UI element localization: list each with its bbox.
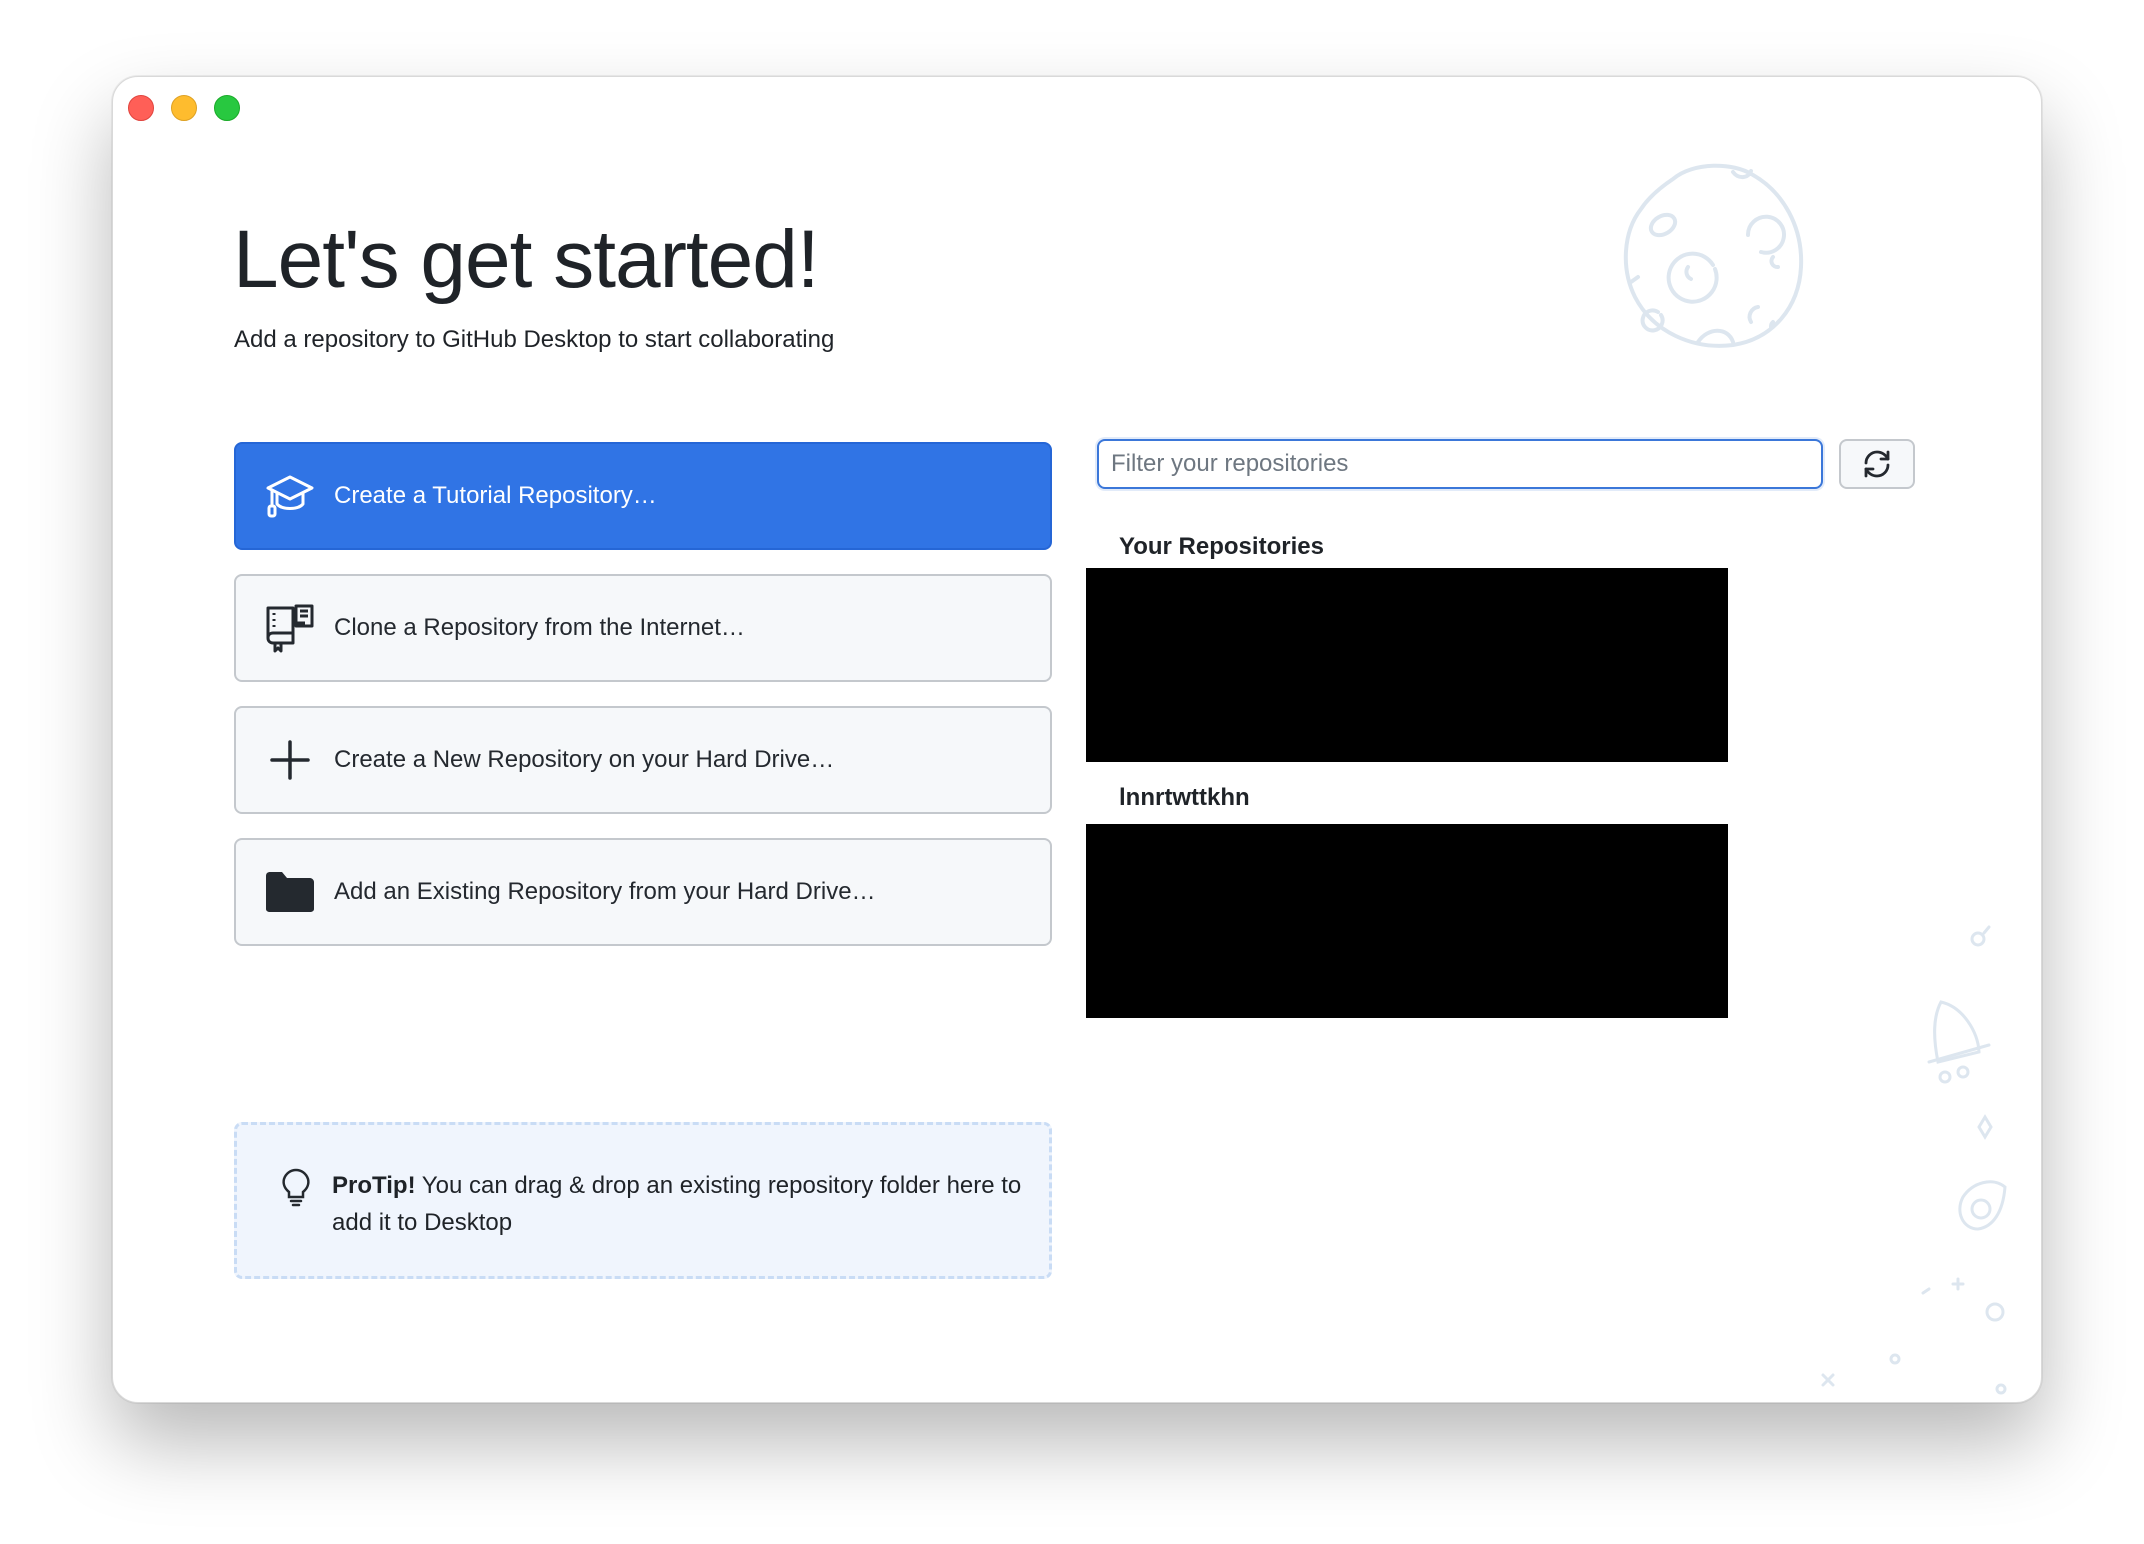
create-tutorial-repository-button[interactable]: Create a Tutorial Repository… <box>234 442 1052 550</box>
protip-text: ProTip! You can drag & drop an existing … <box>332 1167 1022 1241</box>
page-title: Let's get started! <box>233 214 820 305</box>
mortarboard-icon <box>264 470 316 522</box>
plus-icon <box>264 734 316 786</box>
close-window-button[interactable] <box>128 95 154 121</box>
folder-icon <box>264 866 316 918</box>
protip-label: ProTip! <box>332 1172 416 1199</box>
add-existing-repository-button[interactable]: Add an Existing Repository from your Har… <box>234 838 1052 946</box>
maximize-window-button[interactable] <box>214 95 240 121</box>
repo-clone-icon <box>264 602 316 654</box>
create-new-repository-button[interactable]: Create a New Repository on your Hard Dri… <box>234 706 1052 814</box>
create-new-repository-label: Create a New Repository on your Hard Dri… <box>334 746 835 773</box>
refresh-repositories-button[interactable] <box>1839 439 1915 489</box>
moon-illustration <box>1623 163 1804 348</box>
organization-repositories-list <box>1086 824 1728 1018</box>
app-window: Let's get started! Add a repository to G… <box>112 76 2042 1403</box>
minimize-window-button[interactable] <box>171 95 197 121</box>
your-repositories-heading: Your Repositories <box>1119 533 1324 560</box>
sync-icon <box>1864 450 1890 478</box>
clone-repository-button[interactable]: Clone a Repository from the Internet… <box>234 574 1052 682</box>
clone-repository-label: Clone a Repository from the Internet… <box>334 614 745 641</box>
light-bulb-icon <box>282 1168 310 1207</box>
your-repositories-list <box>1086 568 1728 762</box>
page-subtitle: Add a repository to GitHub Desktop to st… <box>234 326 835 353</box>
protip-box: ProTip! You can drag & drop an existing … <box>234 1122 1052 1279</box>
space-decorations <box>1821 925 2007 1395</box>
organization-repositories-heading: lnnrtwttkhn <box>1119 784 1250 811</box>
add-existing-repository-label: Add an Existing Repository from your Har… <box>334 878 876 905</box>
create-tutorial-repository-label: Create a Tutorial Repository… <box>334 482 657 509</box>
filter-repositories-input[interactable] <box>1097 439 1823 489</box>
protip-message: You can drag & drop an existing reposito… <box>332 1172 1022 1236</box>
window-controls <box>128 95 240 121</box>
